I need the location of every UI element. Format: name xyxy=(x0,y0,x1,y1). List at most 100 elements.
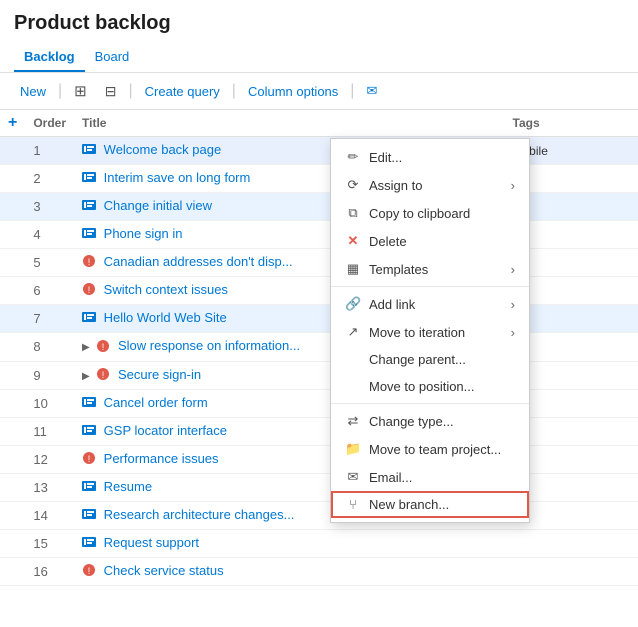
add-child-button[interactable]: ⊞ xyxy=(68,79,93,103)
svg-text:!: ! xyxy=(102,370,105,380)
row-add-cell xyxy=(0,137,25,165)
svg-text:!: ! xyxy=(88,285,91,295)
item-title-link[interactable]: Interim save on long form xyxy=(104,170,251,185)
row-order: 15 xyxy=(25,529,74,557)
item-icon: ! xyxy=(82,563,96,580)
row-order: 10 xyxy=(25,389,74,417)
table-row[interactable]: 16 ! Check service status xyxy=(0,557,638,585)
cm-item-move_iteration[interactable]: ↗ Move to iteration › xyxy=(331,318,529,346)
cm-item-add_link[interactable]: 🔗 Add link › xyxy=(331,290,529,318)
cm-item-email[interactable]: ✉ Email... xyxy=(331,463,529,491)
item-title-link[interactable]: Resume xyxy=(104,479,152,494)
email-icon: ✉ xyxy=(366,83,377,99)
item-title-link[interactable]: Slow response on information... xyxy=(118,338,300,353)
expand-arrow[interactable]: ▶ xyxy=(82,342,90,353)
toolbar-sep-3: | xyxy=(232,82,236,100)
cm-label-assign_to: Assign to xyxy=(369,178,422,193)
toolbar-sep-4: | xyxy=(350,82,354,100)
table-row[interactable]: 13 Resume xyxy=(0,473,638,501)
item-title-link[interactable]: Phone sign in xyxy=(104,226,183,241)
item-title-link[interactable]: Switch context issues xyxy=(104,282,228,297)
column-options-button[interactable]: Column options xyxy=(242,81,344,102)
cm-item-move_position[interactable]: Move to position... xyxy=(331,373,529,400)
cm-item-templates[interactable]: ▦ Templates › xyxy=(331,255,529,283)
cm-item-change_parent[interactable]: Change parent... xyxy=(331,346,529,373)
item-icon xyxy=(82,423,96,440)
row-order: 4 xyxy=(25,221,74,249)
table-row[interactable]: 10 Cancel order form xyxy=(0,389,638,417)
item-icon xyxy=(82,226,96,243)
table-row[interactable]: 9 ▶ ! Secure sign-in xyxy=(0,361,638,389)
item-title-link[interactable]: Canadian addresses don't disp... xyxy=(104,254,293,269)
row-order: 8 xyxy=(25,333,74,361)
table-row[interactable]: 12 ! Performance issues xyxy=(0,445,638,473)
svg-text:!: ! xyxy=(102,342,105,352)
item-title-link[interactable]: Change initial view xyxy=(104,198,212,213)
item-icon: ! xyxy=(96,339,110,356)
item-title-link[interactable]: Welcome back page xyxy=(104,142,222,157)
cm-icon-newbranch: ⑂ xyxy=(345,497,361,512)
expand-button[interactable]: ⊟ xyxy=(99,80,123,103)
cm-label-add_link: Add link xyxy=(369,297,415,312)
cm-item-delete[interactable]: ✕ Delete xyxy=(331,227,529,255)
item-title-link[interactable]: Cancel order form xyxy=(104,395,208,410)
table-row[interactable]: 4 Phone sign in xyxy=(0,221,638,249)
item-icon xyxy=(82,142,96,159)
create-query-button[interactable]: Create query xyxy=(139,81,226,102)
table-row[interactable]: 7 Hello World Web Site xyxy=(0,305,638,333)
row-order: 9 xyxy=(25,361,74,389)
row-order: 5 xyxy=(25,249,74,277)
svg-text:!: ! xyxy=(88,454,91,464)
new-button[interactable]: New xyxy=(14,81,52,102)
cm-icon-assign: ⟳ xyxy=(345,177,361,193)
table-row[interactable]: 6 ! Switch context issues xyxy=(0,277,638,305)
tab-backlog[interactable]: Backlog xyxy=(14,43,85,72)
table-row[interactable]: 14 Research architecture changes... xyxy=(0,501,638,529)
item-title-link[interactable]: Hello World Web Site xyxy=(104,310,227,325)
table-row[interactable]: 3 Change initial view xyxy=(0,193,638,221)
cm-item-move_team[interactable]: 📁 Move to team project... xyxy=(331,435,529,463)
cm-item-assign_to[interactable]: ⟳ Assign to › xyxy=(331,171,529,199)
table-row[interactable]: 11 GSP locator interface xyxy=(0,417,638,445)
table-row[interactable]: 15 Request support xyxy=(0,529,638,557)
cm-label-move_team: Move to team project... xyxy=(369,442,501,457)
item-title-link[interactable]: Secure sign-in xyxy=(118,367,201,382)
cm-arrow-add_link: › xyxy=(511,297,515,312)
column-options-label: Column options xyxy=(248,84,338,99)
expand-arrow[interactable]: ▶ xyxy=(82,371,90,382)
item-icon xyxy=(82,198,96,215)
svg-text:!: ! xyxy=(88,257,91,267)
table-row[interactable]: 5 ! Canadian addresses don't disp... xyxy=(0,249,638,277)
row-add-cell xyxy=(0,473,25,501)
cm-item-new_branch[interactable]: ⑂ New branch... xyxy=(331,491,529,518)
create-query-label: Create query xyxy=(145,84,220,99)
cm-item-copy_clipboard[interactable]: ⧉ Copy to clipboard xyxy=(331,199,529,227)
table-row[interactable]: 8 ▶ ! Slow response on information... xyxy=(0,333,638,361)
item-title-link[interactable]: Request support xyxy=(104,535,199,550)
backlog-table-container: + Order Title Tags 1 Welcome back page ·… xyxy=(0,110,638,627)
item-title-link[interactable]: Check service status xyxy=(104,563,224,578)
item-title-link[interactable]: GSP locator interface xyxy=(104,423,227,438)
tab-board[interactable]: Board xyxy=(85,43,140,72)
cm-arrow-templates: › xyxy=(511,262,515,277)
cm-label-new_branch: New branch... xyxy=(369,497,449,512)
email-button[interactable]: ✉ xyxy=(360,80,383,102)
cm-icon-edit: ✏ xyxy=(345,149,361,165)
item-title-link[interactable]: Research architecture changes... xyxy=(104,507,295,522)
cm-item-edit[interactable]: ✏ Edit... xyxy=(331,143,529,171)
row-order: 14 xyxy=(25,501,74,529)
expand-icon: ⊟ xyxy=(105,83,117,100)
item-title-link[interactable]: Performance issues xyxy=(104,451,219,466)
row-order: 16 xyxy=(25,557,74,585)
table-row[interactable]: 1 Welcome back page ··· Mobile xyxy=(0,137,638,165)
item-icon: ! xyxy=(82,282,96,299)
row-add-cell xyxy=(0,557,25,585)
row-add-cell xyxy=(0,305,25,333)
row-add-cell xyxy=(0,193,25,221)
table-row[interactable]: 2 Interim save on long form xyxy=(0,165,638,193)
col-header-order: Order xyxy=(25,110,74,137)
row-tags xyxy=(505,557,638,585)
cm-item-change_type[interactable]: ⇄ Change type... xyxy=(331,407,529,435)
item-icon: ! xyxy=(82,451,96,468)
cm-label-change_parent: Change parent... xyxy=(369,352,466,367)
